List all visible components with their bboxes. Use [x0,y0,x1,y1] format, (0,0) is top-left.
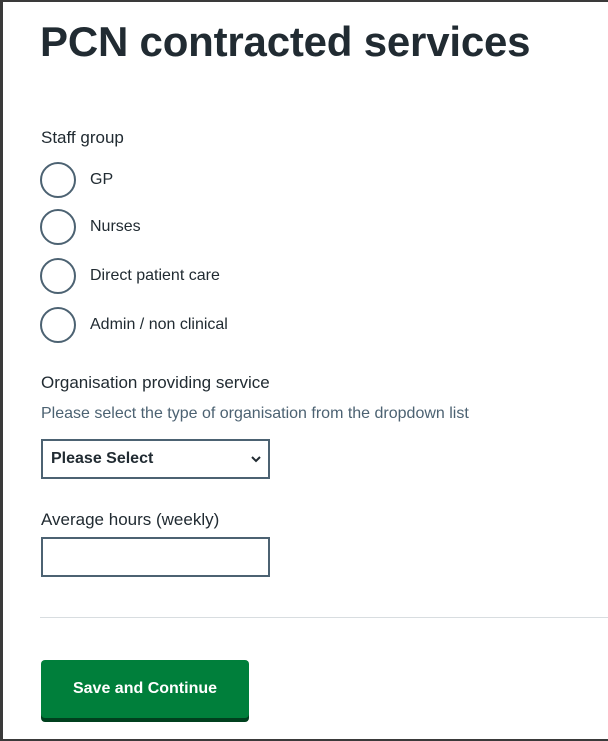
section-divider [40,617,608,618]
organisation-hint: Please select the type of organisation f… [41,405,469,422]
form-container: PCN contracted services Staff group GP N… [40,0,608,741]
page-title: PCN contracted services [40,18,531,65]
radio-label-nurses[interactable]: Nurses [90,218,141,236]
radio-button-direct-patient-care[interactable] [40,258,76,294]
radio-button-nurses[interactable] [40,209,76,245]
radio-option-gp[interactable]: GP [40,160,113,200]
save-and-continue-button[interactable]: Save and Continue [41,660,249,718]
staff-group-legend: Staff group [41,128,124,147]
average-hours-input[interactable] [41,537,270,577]
organisation-select[interactable]: Please Select [41,439,270,479]
radio-option-admin-non-clinical[interactable]: Admin / non clinical [40,305,228,345]
average-hours-label: Average hours (weekly) [41,510,220,529]
radio-label-admin-non-clinical[interactable]: Admin / non clinical [90,316,228,334]
radio-label-gp[interactable]: GP [90,171,113,189]
radio-option-nurses[interactable]: Nurses [40,207,141,247]
organisation-select-value[interactable]: Please Select [51,450,153,468]
radio-label-direct-patient-care[interactable]: Direct patient care [90,267,220,285]
radio-option-direct-patient-care[interactable]: Direct patient care [40,256,220,296]
organisation-label: Organisation providing service [41,373,270,392]
radio-button-gp[interactable] [40,162,76,198]
radio-button-admin-non-clinical[interactable] [40,307,76,343]
chevron-down-icon[interactable] [250,453,262,465]
